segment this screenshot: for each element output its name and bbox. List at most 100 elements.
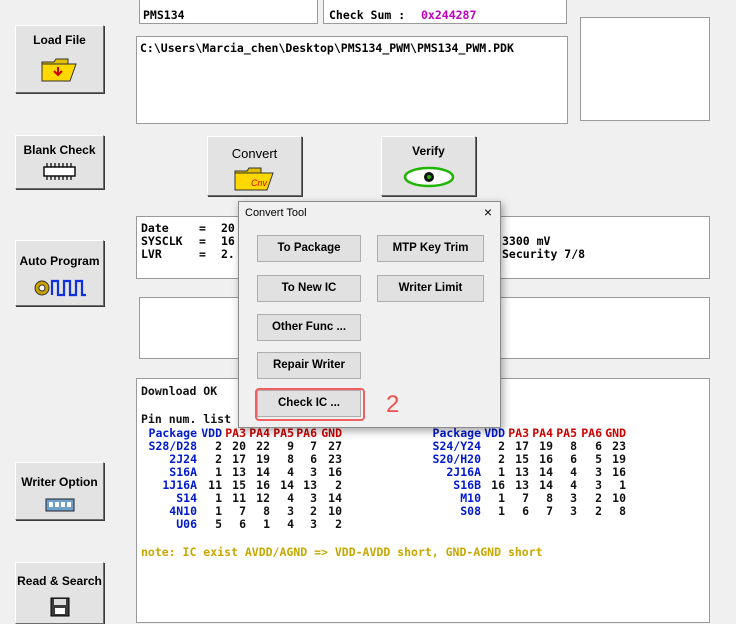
- repair-writer-button[interactable]: Repair Writer: [257, 352, 361, 379]
- gear-pulse-icon: [34, 279, 86, 297]
- load-file-button[interactable]: Load File: [15, 25, 104, 93]
- checksum-field: Check Sum : 0x244287: [323, 0, 567, 24]
- pin-cell: 1: [619, 478, 626, 492]
- pin-cell: 8: [263, 504, 270, 518]
- pin-cell: 8: [570, 439, 577, 453]
- pin-cell: GND: [605, 426, 626, 440]
- info-line: LVR = 2.: [141, 247, 235, 261]
- chip-icon: [42, 163, 76, 180]
- pin-cell: 1: [498, 465, 505, 479]
- pin-cell: 3: [310, 491, 317, 505]
- pin-cell: 1: [215, 465, 222, 479]
- to-package-button[interactable]: To Package: [257, 235, 361, 262]
- info-key: SYSCLK: [141, 234, 183, 248]
- info-line: Date = 20: [141, 221, 235, 235]
- pin-cell: 12: [256, 491, 270, 505]
- info-eq: =: [199, 221, 206, 235]
- pin-cell: 17: [515, 439, 529, 453]
- read-search-button[interactable]: Read & Search: [15, 562, 104, 624]
- pin-cell: 4: [287, 517, 294, 531]
- pin-cell: 8: [546, 491, 553, 505]
- pin-cell: 8: [619, 504, 626, 518]
- to-new-ic-button[interactable]: To New IC: [257, 275, 361, 302]
- pin-cell: 10: [328, 504, 342, 518]
- pin-cell: 16: [491, 478, 505, 492]
- dialog-title: Convert Tool: [245, 207, 307, 219]
- pin-cell: 22: [256, 439, 270, 453]
- pin-cell: 2: [595, 491, 602, 505]
- pin-cell: S14: [176, 491, 197, 505]
- pin-cell: 2: [498, 452, 505, 466]
- eye-icon: [403, 166, 454, 188]
- verify-button[interactable]: Verify: [381, 136, 476, 196]
- pin-cell: 5: [595, 452, 602, 466]
- pin-cell: 14: [328, 491, 342, 505]
- pin-cell: 5: [215, 517, 222, 531]
- pin-cell: 1J16A: [162, 478, 197, 492]
- pin-cell: PA3: [225, 426, 246, 440]
- info-value: 16: [221, 234, 235, 248]
- pin-cell: 6: [239, 517, 246, 531]
- pin-cell: PA5: [556, 426, 577, 440]
- pin-cell: 11: [232, 491, 246, 505]
- note-text: note: IC exist AVDD/AGND => VDD-AVDD sho…: [141, 545, 543, 559]
- pin-cell: VDD: [201, 426, 222, 440]
- convert-tool-dialog: Convert Tool × To Package MTP Key Trim T…: [238, 201, 501, 428]
- file-path-box: C:\Users\Marcia_chen\Desktop\PMS134_PWM\…: [136, 36, 568, 124]
- pin-cell: 14: [539, 478, 553, 492]
- mtp-key-trim-button[interactable]: MTP Key Trim: [377, 235, 484, 262]
- checksum-label: Check Sum :: [329, 8, 406, 22]
- pin-cell: 3: [570, 491, 577, 505]
- pin-cell: 3: [570, 504, 577, 518]
- pin-cell: 13: [303, 478, 317, 492]
- info-key: LVR: [141, 247, 162, 261]
- pin-cell: PA4: [249, 426, 270, 440]
- verify-label: Verify: [412, 144, 445, 158]
- pin-cell: U06: [176, 517, 197, 531]
- pin-cell: 15: [515, 452, 529, 466]
- pin-cell: 16: [612, 465, 626, 479]
- auto-program-button[interactable]: Auto Program: [15, 240, 104, 306]
- pin-cell: 19: [612, 452, 626, 466]
- pin-cell: VDD: [484, 426, 505, 440]
- pin-cell: 3: [310, 517, 317, 531]
- info-line: SYSCLK = 16: [141, 234, 235, 248]
- close-icon[interactable]: ×: [484, 204, 492, 220]
- pin-cell: S28/D28: [148, 439, 197, 453]
- pin-cell: 1: [215, 504, 222, 518]
- writer-option-button[interactable]: Writer Option: [15, 462, 104, 520]
- pin-cell: 16: [539, 452, 553, 466]
- pin-cell: 2: [595, 504, 602, 518]
- pin-cell: 4: [287, 465, 294, 479]
- pin-cell: 19: [539, 439, 553, 453]
- pin-cell: 6: [595, 439, 602, 453]
- info-value: 20: [221, 221, 235, 235]
- pin-cell: 23: [612, 439, 626, 453]
- pin-cell: 4: [570, 465, 577, 479]
- pin-cell: 14: [539, 465, 553, 479]
- pin-list-title: Pin num. list: [141, 412, 232, 426]
- blank-check-label: Blank Check: [23, 143, 96, 157]
- info-eq: =: [199, 234, 206, 248]
- pin-cell: PA4: [532, 426, 553, 440]
- pin-cell: PA6: [296, 426, 317, 440]
- pin-cell: 6: [310, 452, 317, 466]
- pin-cell: S08: [460, 504, 481, 518]
- info-eq: =: [199, 247, 206, 261]
- pin-cell: PA3: [508, 426, 529, 440]
- pin-cell: 1: [498, 504, 505, 518]
- pin-cell: 14: [280, 478, 294, 492]
- pin-cell: 3: [310, 465, 317, 479]
- svg-text:Cnv: Cnv: [251, 178, 268, 188]
- pin-cell: 1: [215, 491, 222, 505]
- convert-button[interactable]: Convert Cnv: [207, 136, 302, 196]
- writer-limit-button[interactable]: Writer Limit: [377, 275, 484, 302]
- pin-cell: 13: [515, 465, 529, 479]
- blank-check-button[interactable]: Blank Check: [15, 135, 104, 189]
- pin-cell: 4: [287, 491, 294, 505]
- pin-cell: 1: [263, 517, 270, 531]
- pin-cell: 13: [232, 465, 246, 479]
- pin-cell: 2: [215, 452, 222, 466]
- other-func-button[interactable]: Other Func ...: [257, 314, 361, 341]
- pin-cell: 13: [515, 478, 529, 492]
